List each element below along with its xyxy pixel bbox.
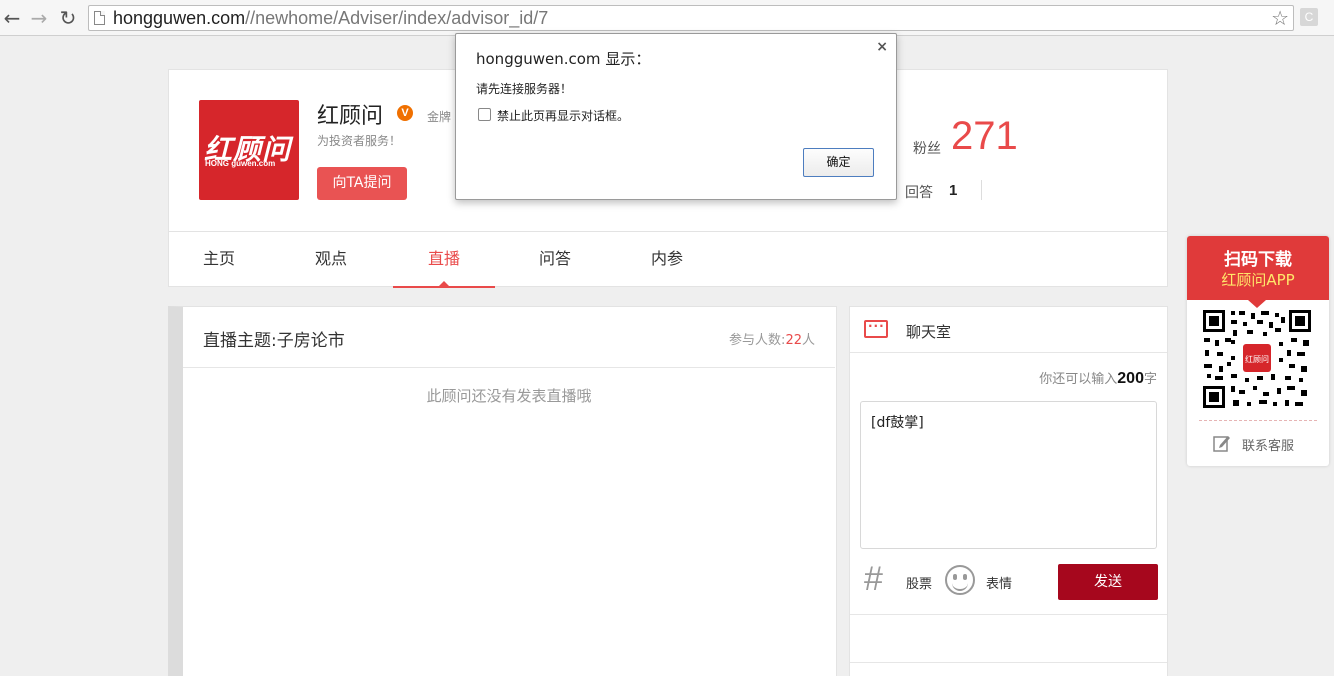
- suppress-dialogs-checkbox[interactable]: [478, 108, 491, 121]
- send-button[interactable]: 发送: [1058, 564, 1158, 600]
- chat-divider: [850, 662, 1167, 663]
- emoji-button[interactable]: 表情: [986, 573, 1012, 592]
- hashtag-icon[interactable]: #: [864, 561, 883, 597]
- chat-remaining-suffix: 字: [1143, 372, 1157, 387]
- participant-count: 参与人数:22人: [729, 329, 815, 348]
- advisor-title: 金牌: [427, 110, 452, 124]
- qr-divider: [1199, 420, 1317, 421]
- fans-count: 271: [951, 114, 1018, 158]
- answers-label: 回答: [905, 185, 933, 201]
- chat-divider: [850, 614, 1167, 615]
- tab-live[interactable]: 直播: [393, 232, 495, 288]
- ok-button[interactable]: 确定: [803, 148, 874, 177]
- chat-message-input[interactable]: [860, 401, 1157, 549]
- url-path: //newhome/Adviser/index/advisor_id/7: [245, 8, 549, 28]
- reload-icon[interactable]: ↻: [56, 6, 80, 30]
- tab-insider[interactable]: 内参: [629, 232, 705, 288]
- svg-text:红顾问: 红顾问: [1245, 354, 1269, 364]
- qr-header: 扫码下载 红顾问APP: [1187, 236, 1329, 308]
- bookmark-star-icon[interactable]: ☆: [1271, 6, 1289, 30]
- profile-tabs: 主页 观点 直播 问答 内参: [169, 231, 1167, 288]
- contact-service-link[interactable]: 联系客服: [1242, 435, 1294, 454]
- back-arrow-icon[interactable]: ←: [0, 6, 24, 30]
- live-header: 直播主题:子房论市 参与人数:22人: [183, 307, 835, 368]
- page-icon: [94, 11, 105, 25]
- dialog-title: hongguwen.com 显示：: [476, 50, 651, 68]
- forward-arrow-icon[interactable]: →: [27, 6, 51, 30]
- participant-count-number: 22: [785, 333, 802, 348]
- smiley-icon[interactable]: [945, 565, 975, 595]
- chat-title: 聊天室: [906, 323, 952, 341]
- chat-bubble-icon: [864, 316, 888, 338]
- fans-label: 粉丝: [913, 141, 941, 157]
- stock-button[interactable]: 股票: [906, 573, 932, 592]
- extension-icon[interactable]: C: [1300, 8, 1318, 26]
- chat-remaining-count: 200: [1117, 370, 1144, 387]
- advisor-slogan: 为投资者服务！: [317, 134, 402, 148]
- tab-qa[interactable]: 问答: [517, 232, 593, 288]
- advisor-avatar-logo: 红顾问 HONG guwen.com: [199, 100, 299, 200]
- url-host: hongguwen.com: [113, 8, 246, 28]
- logo-subtext: HONG guwen.com: [205, 159, 276, 168]
- advisor-name: 红顾问: [317, 104, 384, 129]
- app-download-widget: 扫码下载 红顾问APP 红顾问 联系客服: [1187, 236, 1329, 466]
- qr-code-image: 红顾问: [1201, 308, 1313, 410]
- close-icon[interactable]: ×: [876, 39, 888, 55]
- qr-heading: 扫码下载: [1224, 250, 1292, 270]
- dialog-message: 请先连接服务器！: [476, 82, 573, 96]
- chat-header: 聊天室: [850, 307, 1167, 353]
- browser-toolbar: ← → ↻ hongguwen.com//newhome/Adviser/ind…: [0, 0, 1334, 36]
- live-empty-message: 此顾问还没有发表直播哦: [426, 387, 592, 405]
- chat-char-remaining: 你还可以输入200字: [1039, 368, 1157, 388]
- verified-badge-icon: V: [397, 105, 413, 121]
- live-topic: 直播主题:子房论市: [203, 331, 345, 351]
- stats-divider: [981, 180, 982, 200]
- live-panel: 直播主题:子房论市 参与人数:22人 此顾问还没有发表直播哦: [168, 306, 837, 676]
- url-text[interactable]: hongguwen.com//newhome/Adviser/index/adv…: [113, 8, 548, 28]
- tab-views[interactable]: 观点: [293, 232, 369, 288]
- participant-count-unit: 人: [801, 333, 815, 348]
- address-bar[interactable]: hongguwen.com//newhome/Adviser/index/adv…: [88, 5, 1294, 31]
- suppress-dialogs-label[interactable]: 禁止此页再显示对话框。: [497, 107, 629, 124]
- qr-subheading: 红顾问APP: [1221, 271, 1295, 289]
- answers-count: 1: [949, 182, 958, 199]
- edit-icon: [1213, 436, 1230, 452]
- tab-home[interactable]: 主页: [181, 232, 257, 288]
- participant-count-label: 参与人数:: [729, 333, 786, 348]
- chat-remaining-prefix: 你还可以输入: [1039, 372, 1118, 387]
- ask-question-button[interactable]: 向TA提问: [317, 167, 407, 200]
- chat-room-panel: 聊天室 你还可以输入200字 # 股票 表情 发送: [849, 306, 1168, 676]
- alert-dialog: hongguwen.com 显示： × 请先连接服务器！ 禁止此页再显示对话框。…: [455, 33, 897, 200]
